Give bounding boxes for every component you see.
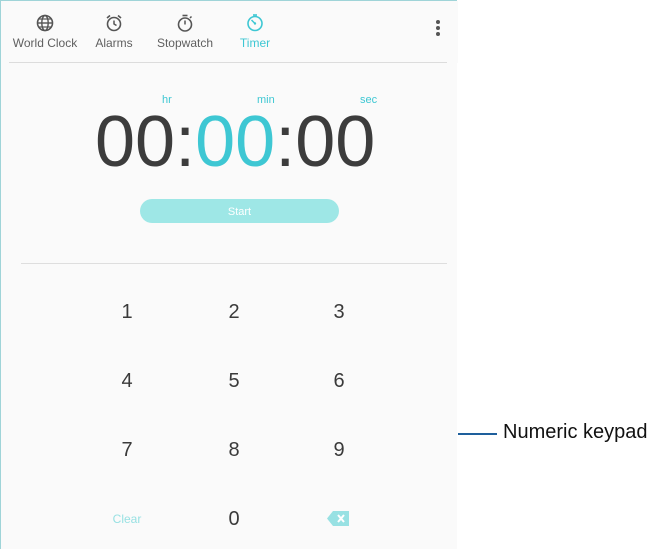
- start-button[interactable]: Start: [140, 199, 339, 223]
- backspace-icon[interactable]: [327, 511, 349, 526]
- tab-stopwatch[interactable]: Stopwatch: [153, 13, 217, 50]
- key-3[interactable]: 3: [299, 292, 379, 332]
- timer-icon: [247, 14, 263, 32]
- key-7[interactable]: 7: [87, 430, 167, 470]
- separator: :: [175, 102, 196, 182]
- key-8[interactable]: 8: [194, 430, 274, 470]
- tab-timer[interactable]: Timer: [236, 13, 274, 50]
- alarm-clock-icon: [106, 14, 122, 32]
- clock-app-screen: World Clock Alarms Stopwatch Timer hr mi…: [0, 0, 458, 549]
- callout-line: [458, 433, 497, 435]
- key-5[interactable]: 5: [194, 361, 274, 401]
- key-6[interactable]: 6: [299, 361, 379, 401]
- tab-world-clock-label: World Clock: [12, 36, 78, 50]
- tab-stopwatch-label: Stopwatch: [156, 36, 214, 50]
- minutes-value[interactable]: 00: [195, 102, 275, 182]
- clear-button[interactable]: Clear: [87, 499, 167, 539]
- keypad-divider: [21, 263, 447, 264]
- tab-alarms-label: Alarms: [95, 36, 133, 50]
- timer-display: 00:00:00: [95, 101, 375, 183]
- key-0[interactable]: 0: [194, 499, 274, 539]
- tab-bar: World Clock Alarms Stopwatch Timer: [1, 1, 458, 63]
- hours-value[interactable]: 00: [95, 102, 175, 182]
- tab-alarms[interactable]: Alarms: [90, 13, 138, 50]
- tab-world-clock[interactable]: World Clock: [10, 13, 80, 50]
- seconds-value[interactable]: 00: [295, 102, 375, 182]
- key-1[interactable]: 1: [87, 292, 167, 332]
- globe-icon: [36, 14, 54, 32]
- key-9[interactable]: 9: [299, 430, 379, 470]
- more-options-icon[interactable]: [432, 20, 444, 42]
- key-2[interactable]: 2: [194, 292, 274, 332]
- callout-label: Numeric keypad: [503, 421, 648, 443]
- tab-bar-divider: [9, 62, 447, 63]
- stopwatch-icon: [177, 14, 193, 32]
- key-4[interactable]: 4: [87, 361, 167, 401]
- tab-timer-label: Timer: [239, 36, 271, 50]
- separator: :: [275, 102, 296, 182]
